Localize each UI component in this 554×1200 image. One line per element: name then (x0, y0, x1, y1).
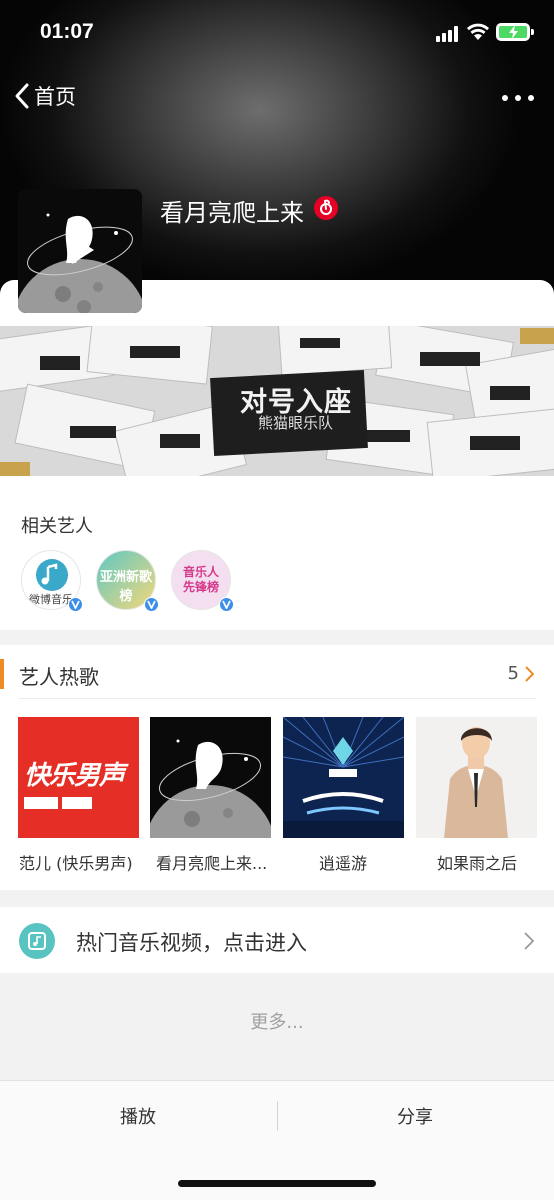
signal-icon (436, 26, 460, 42)
more-options-button[interactable] (502, 95, 534, 101)
status-bar: 01:07 (0, 0, 554, 68)
related-artists-section: 相关艺人 微博音乐 亚洲新歌榜 音乐人先锋榜 (0, 490, 554, 630)
divider (19, 698, 536, 699)
song-name[interactable]: 如果雨之后 (437, 850, 517, 874)
cover-text: 快乐男声 (24, 761, 125, 791)
nav-bar: 首页 (0, 75, 554, 121)
more-link[interactable]: 更多... (0, 1008, 554, 1034)
play-button[interactable]: 播放 (120, 1103, 156, 1129)
share-button[interactable]: 分享 (397, 1103, 433, 1129)
artist-name: 音乐人先锋榜 (182, 565, 219, 594)
hot-songs-section: 艺人热歌 5 快乐男声 范儿 (快乐男声) 看月亮爬上来... 逍遥游 如果雨之… (0, 645, 554, 890)
song-cover[interactable]: 快乐男声 (18, 717, 139, 838)
verified-badge-icon (144, 597, 159, 612)
section-title: 相关艺人 (21, 516, 93, 537)
chevron-right-icon (524, 932, 534, 950)
back-button[interactable]: 首页 (14, 81, 76, 111)
moon-cover-art (150, 717, 271, 838)
song-cover[interactable] (416, 717, 537, 838)
play-icon[interactable] (70, 234, 96, 266)
song-name[interactable]: 看月亮爬上来... (156, 850, 267, 874)
battery-icon (496, 23, 534, 41)
song-cover[interactable] (283, 717, 404, 838)
music-videos-label: 热门音乐视频，点击进入 (76, 931, 307, 955)
song-count: 5 (507, 663, 519, 684)
music-video-icon (19, 923, 55, 959)
song-title: 看月亮爬上来 (160, 199, 304, 227)
hot-music-videos-entry[interactable]: 热门音乐视频，点击进入 (0, 907, 554, 973)
song-name[interactable]: 逍遥游 (319, 850, 367, 874)
verified-badge-icon (68, 597, 83, 612)
chevron-right-icon (525, 665, 534, 682)
idol-camp-cover-art (283, 717, 404, 838)
banner-subtitle: 熊猫眼乐队 (258, 414, 334, 432)
section-title: 艺人热歌 (19, 665, 99, 689)
artist-portrait (416, 717, 537, 838)
wifi-icon (467, 23, 489, 40)
back-label: 首页 (34, 85, 76, 109)
chevron-left-icon (15, 83, 29, 109)
divider (277, 1101, 278, 1131)
song-name[interactable]: 范儿 (快乐男声) (19, 850, 133, 874)
song-cover[interactable] (150, 717, 271, 838)
status-time: 01:07 (40, 20, 94, 43)
verified-badge-icon (219, 597, 234, 612)
home-indicator (178, 1180, 376, 1187)
hot-songs-more-button[interactable]: 5 (508, 663, 534, 684)
song-cover[interactable] (18, 189, 142, 313)
netease-music-icon[interactable] (314, 196, 338, 220)
section-accent-bar (0, 659, 4, 689)
